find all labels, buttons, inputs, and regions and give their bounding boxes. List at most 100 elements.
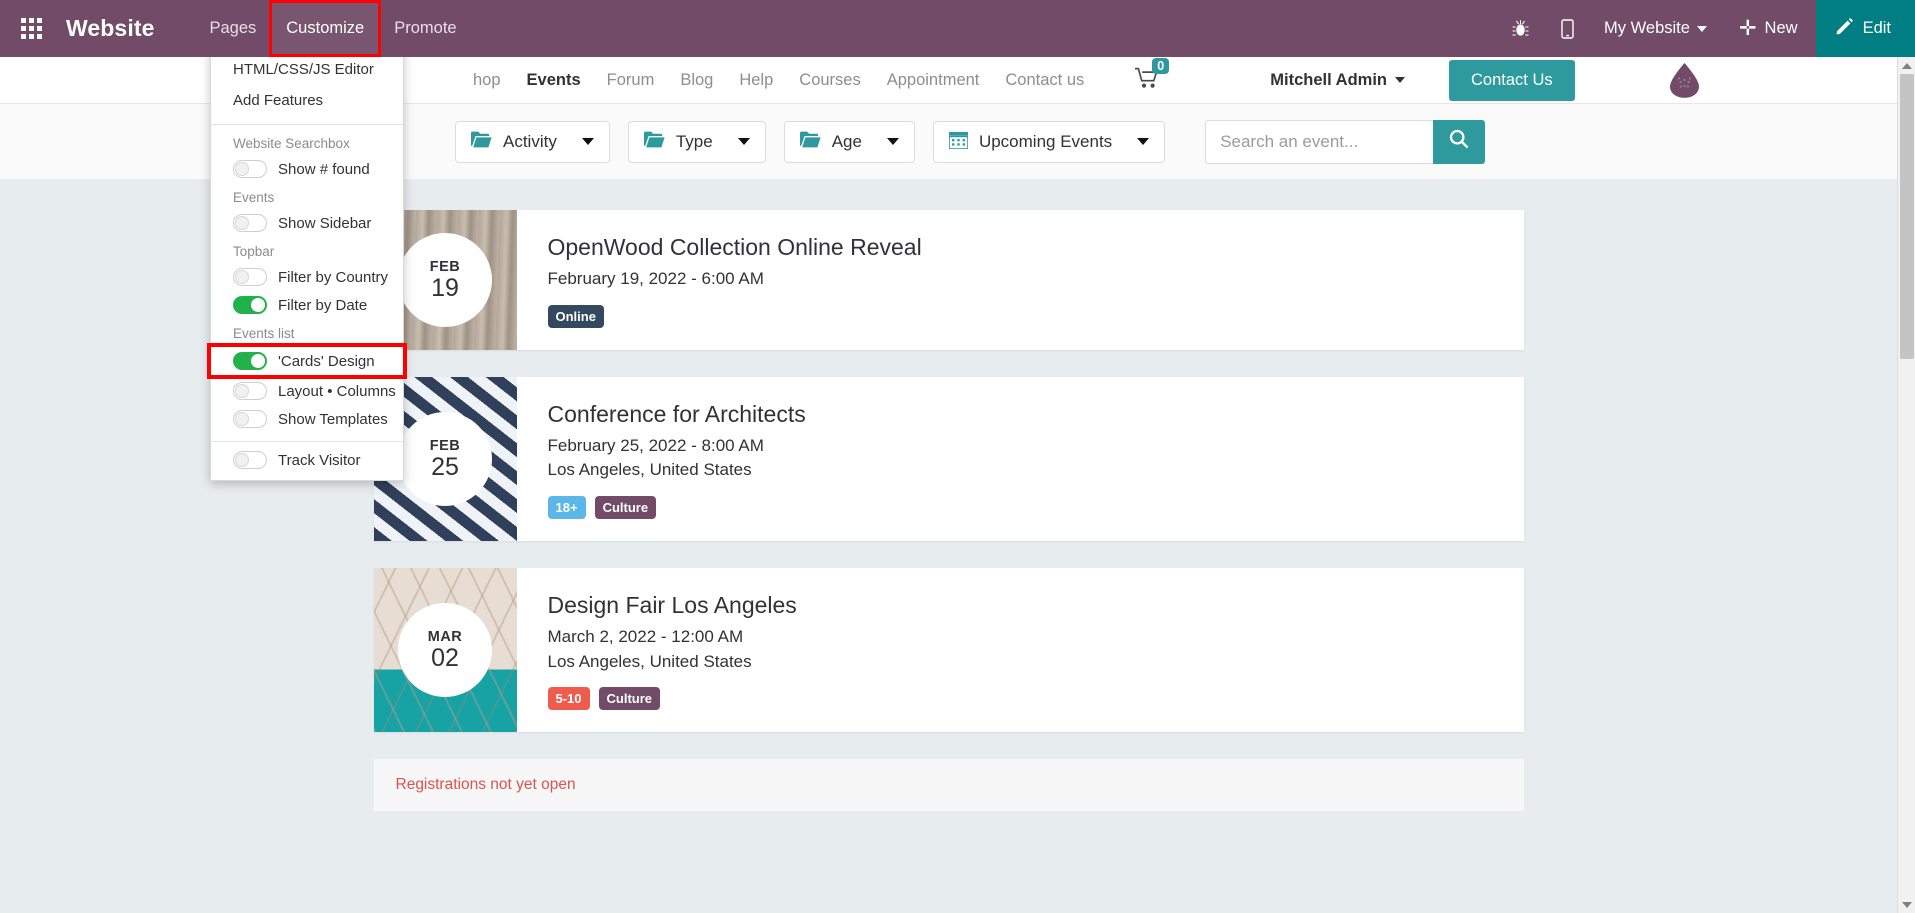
app-brand-title: Website (66, 15, 155, 41)
toggle-show-templates[interactable]: Show Templates (211, 405, 403, 433)
chevron-down-icon (1395, 77, 1405, 83)
event-datetime: March 2, 2022 - 12:00 AM (547, 626, 744, 646)
event-location: Los Angeles, United States (547, 460, 752, 480)
filter-activity-label: Activity (503, 131, 557, 151)
event-tags: 5-10 Culture (547, 687, 1524, 711)
site-nav-contact-us[interactable]: Contact us (992, 71, 1097, 90)
customize-dropdown-menu: HTML/CSS/JS Editor Add Features Website … (207, 45, 407, 481)
event-card[interactable]: FEB 25 Conference for Architects Februar… (373, 376, 1524, 541)
toggle-switch-off-icon[interactable] (233, 214, 267, 232)
menu-group-topbar: Topbar (233, 244, 275, 259)
nav-item-pages[interactable]: Pages (194, 2, 271, 55)
filter-age-label: Age (831, 131, 862, 151)
site-nav-appointment[interactable]: Appointment (874, 71, 993, 90)
website-selector-label: My Website (1604, 19, 1690, 37)
event-tag[interactable]: Online (547, 304, 604, 328)
toggle-cards-design[interactable]: 'Cards' Design (207, 343, 407, 379)
website-user-menu[interactable]: Mitchell Admin (1270, 71, 1405, 90)
chevron-down-icon (1137, 138, 1150, 145)
menu-item-add-features[interactable]: Add Features (211, 85, 403, 116)
event-datetime: February 25, 2022 - 8:00 AM (547, 435, 764, 455)
event-title[interactable]: Design Fair Los Angeles (548, 592, 1524, 619)
toggle-switch-on-icon[interactable] (233, 296, 267, 314)
mobile-preview-icon[interactable] (1545, 0, 1590, 57)
filter-date-label: Upcoming Events (978, 131, 1113, 151)
chevron-down-icon (737, 138, 750, 145)
chevron-down-icon (1696, 25, 1707, 32)
nav-item-promote[interactable]: Promote (379, 2, 471, 55)
edit-button-label: Edit (1862, 19, 1891, 37)
vertical-scrollbar[interactable] (1897, 57, 1915, 913)
toggle-track-visitor[interactable]: Track Visitor (211, 446, 403, 474)
event-tag[interactable]: Culture (594, 495, 657, 519)
toggle-label: Track Visitor (278, 451, 361, 469)
apps-grid-icon[interactable] (8, 18, 54, 39)
event-day: 25 (431, 452, 459, 481)
toggle-show-sidebar[interactable]: Show Sidebar (211, 209, 403, 237)
bug-icon[interactable] (1496, 0, 1545, 57)
event-location: Los Angeles, United States (547, 651, 752, 671)
edit-button[interactable]: Edit (1815, 0, 1915, 57)
registration-note: Registrations not yet open (373, 759, 1524, 812)
event-card[interactable]: FEB 19 OpenWood Collection Online Reveal… (373, 210, 1524, 350)
toggle-label: Show # found (278, 160, 370, 178)
event-tags: 18+ Culture (547, 495, 1524, 519)
site-nav-events[interactable]: Events (514, 71, 594, 90)
event-tag[interactable]: 18+ (547, 495, 586, 519)
new-button[interactable]: ✛ New (1721, 0, 1816, 57)
toggle-switch-off-icon[interactable] (233, 451, 267, 469)
filter-type-dropdown[interactable]: Type (627, 120, 766, 163)
site-nav-help[interactable]: Help (726, 71, 786, 90)
site-nav-courses[interactable]: Courses (786, 71, 873, 90)
event-title[interactable]: Conference for Architects (548, 401, 1524, 428)
odoo-top-navbar: Website Pages Customize Promote My Websi… (0, 0, 1915, 57)
menu-group-website-searchbox: Website Searchbox (233, 136, 350, 151)
folder-icon (471, 131, 492, 153)
cart-button[interactable]: 0 (1135, 57, 1170, 94)
cart-count-badge: 0 (1152, 57, 1170, 74)
filter-date-dropdown[interactable]: Upcoming Events (932, 120, 1166, 163)
event-title[interactable]: OpenWood Collection Online Reveal (548, 234, 1524, 261)
scrollbar-thumb[interactable] (1900, 74, 1914, 359)
new-button-label: New (1764, 19, 1798, 37)
event-tag[interactable]: Culture (598, 687, 661, 711)
event-tag[interactable]: 5-10 (547, 687, 590, 711)
toggle-filter-by-date[interactable]: Filter by Date (211, 291, 403, 319)
toggle-layout-columns[interactable]: Layout • Columns (211, 377, 403, 405)
toggle-switch-off-icon[interactable] (233, 410, 267, 428)
site-nav-blog[interactable]: Blog (667, 71, 726, 90)
scroll-up-arrow-icon[interactable] (1898, 57, 1915, 74)
filter-age-dropdown[interactable]: Age (783, 120, 915, 163)
folder-icon (643, 131, 665, 153)
event-details: Design Fair Los Angeles March 2, 2022 - … (517, 568, 1524, 732)
search-submit-button[interactable] (1433, 119, 1486, 164)
filter-type-label: Type (675, 131, 713, 151)
pencil-icon (1836, 17, 1854, 40)
navbar-right-group: My Website ✛ New Edit (1496, 0, 1915, 57)
scroll-down-arrow-icon[interactable] (1898, 896, 1915, 913)
contact-us-button[interactable]: Contact Us (1449, 59, 1575, 101)
toggle-filter-by-country[interactable]: Filter by Country (211, 263, 403, 291)
toggle-switch-off-icon[interactable] (233, 268, 267, 286)
search-input[interactable] (1205, 119, 1434, 164)
nav-item-customize[interactable]: Customize (269, 0, 382, 57)
event-datetime: February 19, 2022 - 6:00 AM (547, 269, 764, 288)
toggle-label: Show Sidebar (278, 214, 372, 232)
website-selector-menu[interactable]: My Website (1590, 0, 1721, 57)
event-card[interactable]: MAR 02 Design Fair Los Angeles March 2, … (373, 567, 1524, 733)
event-search-group (1205, 119, 1486, 164)
toggle-label: Filter by Date (278, 296, 368, 314)
toggle-switch-off-icon[interactable] (233, 160, 267, 178)
event-details: Conference for Architects February 25, 2… (517, 377, 1524, 541)
toggle-show-num-found[interactable]: Show # found (211, 155, 403, 183)
toggle-switch-on-icon[interactable] (233, 352, 267, 370)
menu-item-html-css-js-editor[interactable]: HTML/CSS/JS Editor (211, 54, 403, 85)
toggle-switch-off-icon[interactable] (233, 382, 267, 400)
filter-activity-dropdown[interactable]: Activity (455, 120, 610, 163)
event-day: 19 (431, 273, 459, 302)
site-nav-forum[interactable]: Forum (594, 71, 668, 90)
event-date-badge: FEB 25 (398, 411, 492, 506)
chevron-down-icon (886, 138, 899, 145)
site-nav-shop[interactable]: hop (460, 71, 514, 90)
menu-group-events-list: Events list (233, 326, 295, 341)
